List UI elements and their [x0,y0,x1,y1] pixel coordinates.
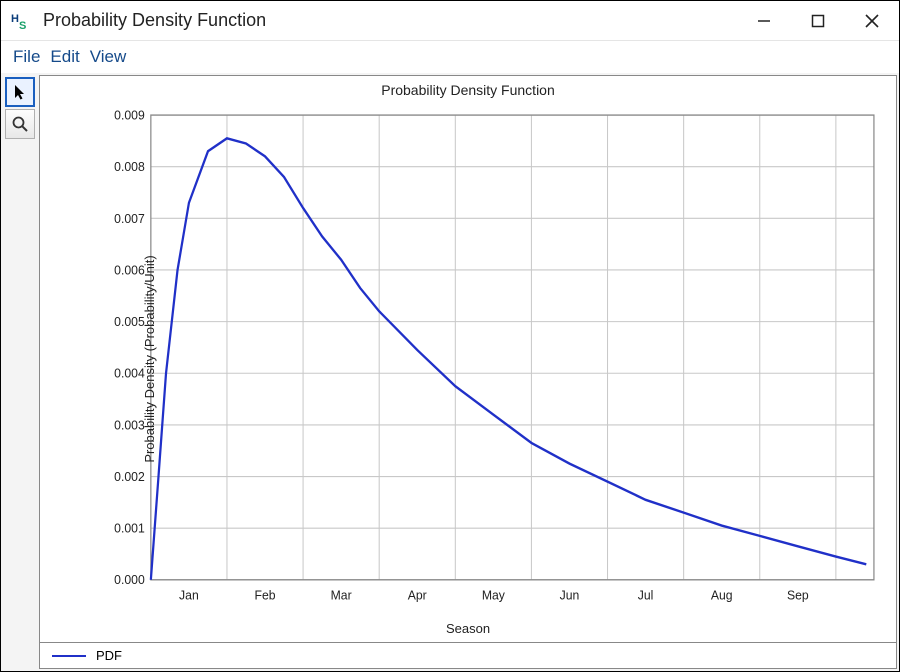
menubar: File Edit View [1,41,899,73]
svg-text:0.004: 0.004 [114,365,145,381]
svg-text:Jul: Jul [638,587,654,603]
svg-text:Mar: Mar [331,587,353,603]
svg-text:Aug: Aug [711,587,733,603]
chart-svg: 0.000 0.001 0.002 0.003 0.004 0.005 0.006 0.007… [104,104,878,613]
maximize-button[interactable] [795,5,841,37]
chart-title: Probability Density Function [40,76,896,100]
chart-panel: Probability Density Function Probability… [39,75,897,669]
vertical-toolbar [3,75,37,669]
svg-text:Apr: Apr [408,587,428,603]
svg-text:May: May [482,587,506,603]
svg-text:0.001: 0.001 [114,520,145,536]
svg-text:0.005: 0.005 [114,314,145,330]
svg-text:Jun: Jun [560,587,580,603]
legend-label: PDF [96,648,122,663]
pointer-tool-button[interactable] [5,77,35,107]
close-button[interactable] [849,5,895,37]
legend-swatch [52,655,86,657]
menu-edit[interactable]: Edit [46,45,83,69]
svg-text:0.000: 0.000 [114,572,145,588]
svg-text:Feb: Feb [254,587,275,603]
svg-text:S: S [19,20,26,32]
plot-area[interactable]: Probability Density (Probability/Unit) 0… [104,104,878,613]
svg-text:0.002: 0.002 [114,468,145,484]
svg-text:0.003: 0.003 [114,417,145,433]
window-controls [741,5,895,37]
svg-text:0.008: 0.008 [114,159,145,175]
svg-text:Sep: Sep [787,587,809,603]
menu-file[interactable]: File [9,45,44,69]
y-axis-label: Probability Density (Probability/Unit) [142,255,157,462]
titlebar: H S Probability Density Function [1,1,899,41]
svg-text:Jan: Jan [179,587,199,603]
zoom-tool-button[interactable] [5,109,35,139]
minimize-button[interactable] [741,5,787,37]
svg-text:0.009: 0.009 [114,107,145,123]
magnifier-icon [11,115,29,133]
window-title: Probability Density Function [43,10,741,31]
pointer-icon [11,83,29,101]
svg-text:H: H [11,13,19,25]
svg-text:0.006: 0.006 [114,262,145,278]
content-area: Probability Density Function Probability… [1,73,899,671]
x-axis-label: Season [40,619,896,642]
svg-text:0.007: 0.007 [114,210,145,226]
legend: PDF [40,642,896,668]
menu-view[interactable]: View [86,45,131,69]
app-icon: H S [11,10,33,32]
